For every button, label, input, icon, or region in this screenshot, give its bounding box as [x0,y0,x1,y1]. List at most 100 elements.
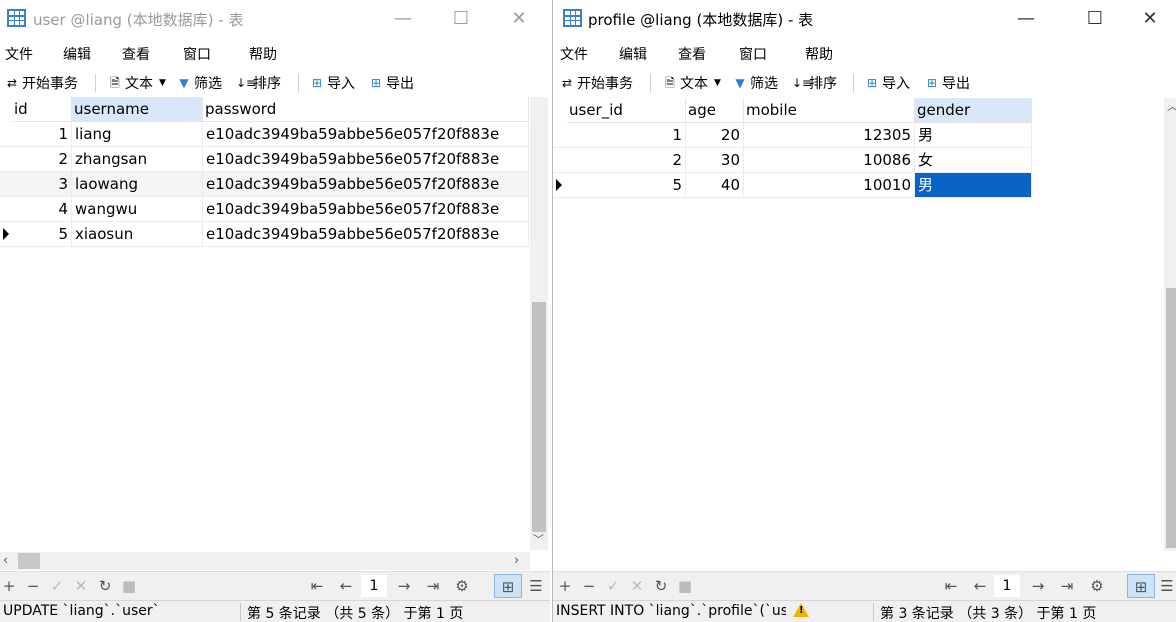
settings-gear-icon[interactable]: ⚙ [453,577,471,595]
cell-password[interactable]: e10adc3949ba59abbe56e057f20f883e [203,172,529,196]
cell-username[interactable]: xiaosun [72,222,203,246]
minimize-button[interactable]: — [380,0,426,37]
column-header-age[interactable]: age [686,98,744,123]
discard-changes-icon[interactable]: ✕ [72,577,90,595]
cell-user-id[interactable]: 1 [567,123,686,147]
last-page-icon[interactable]: ⇥ [424,577,442,595]
column-header-username[interactable]: username [72,97,203,122]
add-record-icon[interactable]: + [556,577,574,595]
form-view-icon[interactable]: ☰ [522,574,550,598]
add-record-icon[interactable]: + [0,577,18,595]
refresh-icon[interactable]: ↻ [96,577,114,595]
table-row[interactable]: 3 laowang e10adc3949ba59abbe56e057f20f88… [0,172,529,197]
delete-record-icon[interactable]: − [24,577,42,595]
cell-username[interactable]: zhangsan [72,147,203,171]
stop-icon[interactable]: ■ [120,577,138,595]
delete-record-icon[interactable]: − [580,577,598,595]
column-header-id[interactable]: id [12,97,72,122]
stop-icon[interactable]: ■ [676,577,694,595]
menu-file[interactable]: 文件 [560,44,588,64]
maximize-button[interactable]: ☐ [438,0,484,37]
column-header-mobile[interactable]: mobile [744,98,915,123]
menu-help[interactable]: 帮助 [249,44,277,64]
scrollbar-thumb[interactable] [532,302,546,532]
table-row[interactable]: 1 20 12305 男 [553,123,1032,148]
begin-transaction-button[interactable]: ⇄ 开始事务 [5,73,78,93]
cell-password[interactable]: e10adc3949ba59abbe56e057f20f883e [203,197,529,221]
cell-user-id[interactable]: 5 [567,173,686,197]
cell-username[interactable]: wangwu [72,197,203,221]
page-number-input[interactable]: 1 [361,575,387,597]
apply-changes-icon[interactable]: ✓ [48,577,66,595]
export-button[interactable]: ⊞ 导出 [369,73,414,93]
minimize-button[interactable]: — [1003,0,1049,37]
cell-gender-selected[interactable]: 男 [915,173,1032,197]
refresh-icon[interactable]: ↻ [652,577,670,595]
sort-button[interactable]: ↓≡ 排序 [236,73,281,93]
table-row[interactable]: 4 wangwu e10adc3949ba59abbe56e057f20f883… [0,197,529,222]
menu-window[interactable]: 窗口 [739,44,767,64]
cell-password[interactable]: e10adc3949ba59abbe56e057f20f883e [203,122,529,146]
close-button[interactable]: ✕ [496,0,542,37]
cell-id[interactable]: 5 [12,222,72,246]
settings-gear-icon[interactable]: ⚙ [1088,577,1106,595]
export-button[interactable]: ⊞ 导出 [925,73,970,93]
scroll-up-icon[interactable]: ︿ [1167,98,1176,114]
cell-id[interactable]: 1 [12,122,72,146]
menu-help[interactable]: 帮助 [805,44,833,64]
filter-button[interactable]: ▼ 筛选 [177,73,222,93]
first-page-icon[interactable]: ⇤ [942,577,960,595]
close-button[interactable]: ✕ [1127,0,1173,37]
apply-changes-icon[interactable]: ✓ [604,577,622,595]
cell-id[interactable]: 2 [12,147,72,171]
cell-gender[interactable]: 男 [915,123,1032,147]
cell-password[interactable]: e10adc3949ba59abbe56e057f20f883e [203,147,529,171]
table-row[interactable]: 5 40 10010 男 [553,173,1032,198]
menu-window[interactable]: 窗口 [183,44,211,64]
grid-view-icon[interactable]: ⊞ [1127,574,1155,598]
menu-edit[interactable]: 编辑 [63,44,91,64]
grid-view-icon[interactable]: ⊞ [494,574,522,598]
import-button[interactable]: ⊞ 导入 [310,73,355,93]
warning-icon[interactable]: ! [793,603,809,617]
cell-mobile[interactable]: 12305 [744,123,915,147]
cell-age[interactable]: 20 [686,123,744,147]
table-row[interactable]: 1 liang e10adc3949ba59abbe56e057f20f883e [0,122,529,147]
cell-mobile[interactable]: 10086 [744,148,915,172]
cell-id[interactable]: 4 [12,197,72,221]
cell-username[interactable]: laowang [72,172,203,196]
text-button[interactable]: 🗎 文本 ▼ [108,73,166,93]
import-button[interactable]: ⊞ 导入 [865,73,910,93]
text-button[interactable]: 🗎 文本 ▼ [663,73,721,93]
last-page-icon[interactable]: ⇥ [1058,577,1076,595]
column-header-user-id[interactable]: user_id [567,98,686,123]
vertical-scrollbar[interactable]: ︿ [1164,98,1176,551]
table-row[interactable]: 5 xiaosun e10adc3949ba59abbe56e057f20f88… [0,222,529,247]
scrollbar-thumb[interactable] [18,553,40,569]
scrollbar-thumb[interactable] [1166,288,1176,548]
filter-button[interactable]: ▼ 筛选 [733,73,778,93]
cell-age[interactable]: 40 [686,173,744,197]
cell-id[interactable]: 3 [12,172,72,196]
maximize-button[interactable]: ☐ [1072,0,1118,37]
cell-password[interactable]: e10adc3949ba59abbe56e057f20f883e [203,222,529,246]
discard-changes-icon[interactable]: ✕ [628,577,646,595]
menu-edit[interactable]: 编辑 [619,44,647,64]
next-page-icon[interactable]: → [1029,577,1047,595]
cell-gender[interactable]: 女 [915,148,1032,172]
cell-user-id[interactable]: 2 [567,148,686,172]
first-page-icon[interactable]: ⇤ [308,577,326,595]
previous-page-icon[interactable]: ← [337,577,355,595]
cell-mobile[interactable]: 10010 [744,173,915,197]
column-header-gender[interactable]: gender [915,98,1032,123]
menu-view[interactable]: 查看 [678,44,706,64]
table-row[interactable]: 2 30 10086 女 [553,148,1032,173]
menu-view[interactable]: 查看 [122,44,150,64]
column-header-password[interactable]: password [203,97,529,122]
scroll-down-icon[interactable]: ﹀ [533,531,544,547]
form-view-icon[interactable]: ☰ [1153,574,1176,598]
begin-transaction-button[interactable]: ⇄ 开始事务 [560,73,633,93]
cell-username[interactable]: liang [72,122,203,146]
vertical-scrollbar[interactable]: ﹀ [530,97,548,550]
scroll-left-icon[interactable]: ‹ [3,553,8,568]
